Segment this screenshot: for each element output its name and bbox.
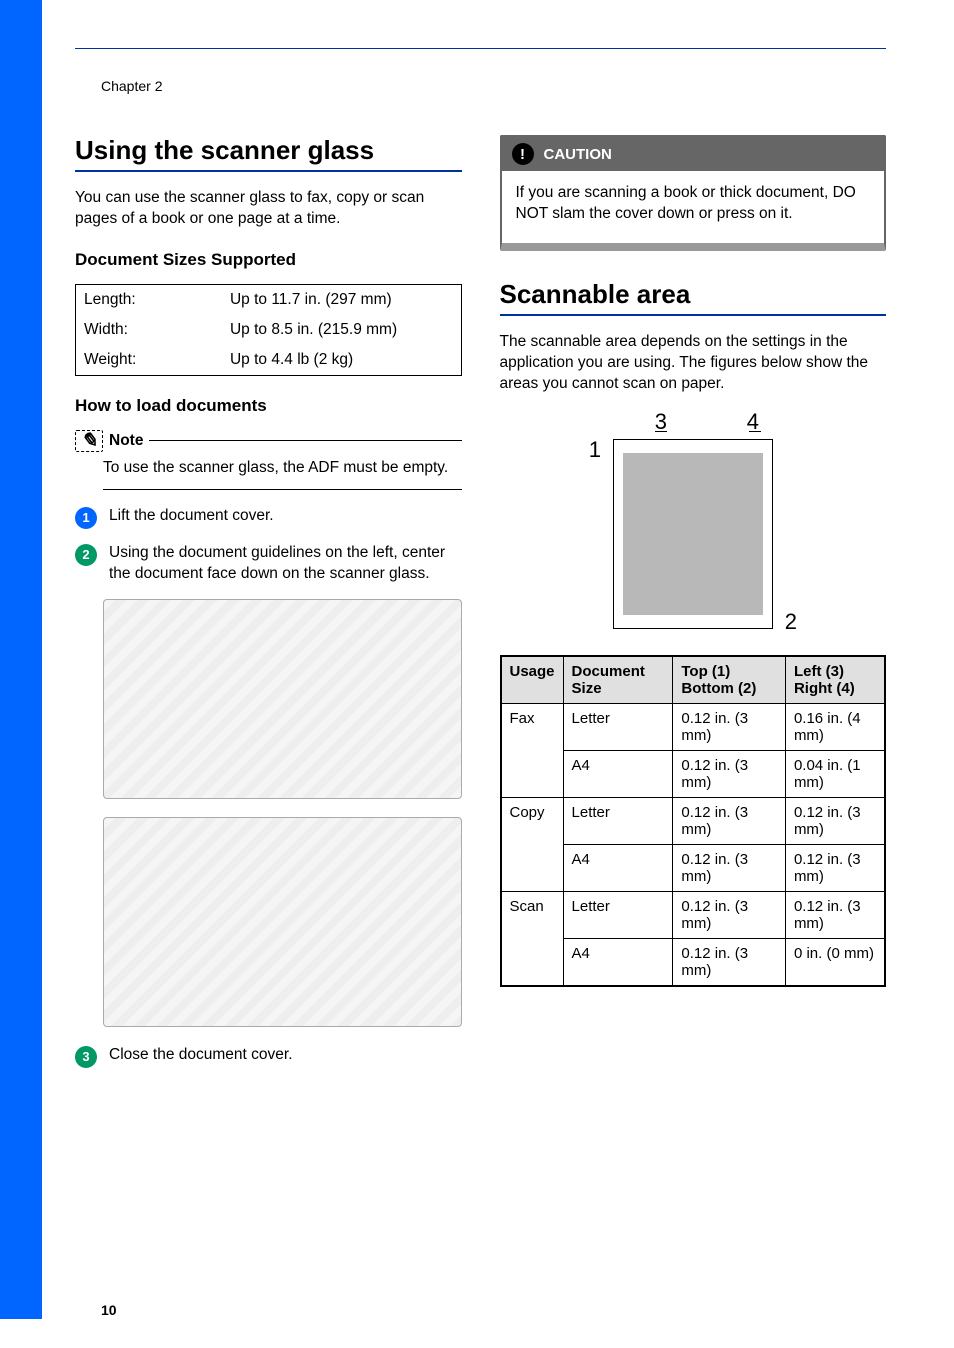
note-icon: ✎ (75, 430, 103, 452)
note-body: To use the scanner glass, the ADF must b… (75, 452, 462, 479)
page-number: 10 (101, 1302, 117, 1318)
cell-docsize: A4 (563, 750, 673, 797)
heading-scannable-area: Scannable area (500, 279, 887, 310)
cell-docsize: Letter (563, 797, 673, 844)
spec-label: Length: (76, 284, 222, 315)
caution-header: ! CAUTION (502, 137, 885, 171)
step-number-icon: 3 (75, 1046, 97, 1068)
spec-value: Up to 4.4 lb (2 kg) (222, 345, 461, 376)
cell-topbottom: 0.12 in. (3 mm) (673, 750, 786, 797)
cell-usage: Scan (501, 891, 564, 986)
spec-value: Up to 11.7 in. (297 mm) (222, 284, 461, 315)
table-row: Length: Up to 11.7 in. (297 mm) (76, 284, 462, 315)
note-rule-top (149, 440, 461, 441)
step-text: Lift the document cover. (109, 506, 274, 529)
cell-topbottom: 0.12 in. (3 mm) (673, 938, 786, 986)
cell-leftright: 0.12 in. (3 mm) (785, 891, 885, 938)
cell-leftright: 0.12 in. (3 mm) (785, 844, 885, 891)
step-text: Close the document cover. (109, 1045, 293, 1068)
page-accent-bar-bottom (0, 1295, 42, 1319)
right-column: ! CAUTION If you are scanning a book or … (500, 135, 887, 1308)
specs-table: Length: Up to 11.7 in. (297 mm) Width: U… (75, 284, 462, 376)
table-row: Scan Letter 0.12 in. (3 mm) 0.12 in. (3 … (501, 891, 886, 938)
intro-scannable: The scannable area depends on the settin… (500, 332, 887, 395)
step-text: Using the document guidelines on the lef… (109, 543, 462, 585)
col-usage: Usage (501, 656, 564, 704)
col-leftright: Left (3) Right (4) (785, 656, 885, 704)
cell-usage: Copy (501, 797, 564, 891)
step-1: 1 Lift the document cover. (75, 506, 462, 529)
illustration-open-cover (103, 599, 462, 799)
cell-leftright: 0.04 in. (1 mm) (785, 750, 885, 797)
caution-box: ! CAUTION If you are scanning a book or … (500, 135, 887, 251)
cell-topbottom: 0.12 in. (3 mm) (673, 703, 786, 750)
cell-topbottom: 0.12 in. (3 mm) (673, 797, 786, 844)
heading-scanner-glass: Using the scanner glass (75, 135, 462, 166)
note-rule-bottom (103, 489, 462, 490)
note-header: ✎ Note (75, 430, 462, 452)
note-title: Note (109, 432, 143, 450)
heading-howto: How to load documents (75, 396, 462, 416)
cell-docsize: Letter (563, 891, 673, 938)
cell-leftright: 0 in. (0 mm) (785, 938, 885, 986)
spec-label: Width: (76, 315, 222, 345)
caution-icon: ! (512, 143, 534, 165)
cell-leftright: 0.12 in. (3 mm) (785, 797, 885, 844)
step-3: 3 Close the document cover. (75, 1045, 462, 1068)
cell-topbottom: 0.12 in. (3 mm) (673, 891, 786, 938)
cell-docsize: A4 (563, 844, 673, 891)
table-row: Weight: Up to 4.4 lb (2 kg) (76, 345, 462, 376)
left-column: Using the scanner glass You can use the … (75, 135, 462, 1308)
cell-docsize: Letter (563, 703, 673, 750)
step-number-icon: 1 (75, 507, 97, 529)
top-rule (75, 48, 886, 49)
heading-rule (75, 170, 462, 172)
caution-label: CAUTION (544, 146, 612, 163)
cell-topbottom: 0.12 in. (3 mm) (673, 844, 786, 891)
heading-rule (500, 314, 887, 316)
table-header-row: Usage Document Size Top (1) Bottom (2) L… (501, 656, 886, 704)
table-row: Fax Letter 0.12 in. (3 mm) 0.16 in. (4 m… (501, 703, 886, 750)
col-topbottom: Top (1) Bottom (2) (673, 656, 786, 704)
heading-doc-sizes: Document Sizes Supported (75, 250, 462, 270)
illustration-closing-cover (103, 817, 462, 1027)
table-row: Copy Letter 0.12 in. (3 mm) 0.12 in. (3 … (501, 797, 886, 844)
cell-docsize: A4 (563, 938, 673, 986)
chapter-label: Chapter 2 (101, 78, 162, 94)
cell-usage: Fax (501, 703, 564, 797)
caution-body: If you are scanning a book or thick docu… (502, 171, 885, 233)
page-accent-bar (0, 0, 42, 1295)
scannable-area-table: Usage Document Size Top (1) Bottom (2) L… (500, 655, 887, 987)
intro-scanner-glass: You can use the scanner glass to fax, co… (75, 188, 462, 230)
step-number-icon: 2 (75, 544, 97, 566)
cell-leftright: 0.16 in. (4 mm) (785, 703, 885, 750)
diagram-label-1: 1 (589, 437, 601, 463)
spec-value: Up to 8.5 in. (215.9 mm) (222, 315, 461, 345)
step-2: 2 Using the document guidelines on the l… (75, 543, 462, 585)
diagram-label-2: 2 (785, 609, 797, 635)
spec-label: Weight: (76, 345, 222, 376)
table-row: Width: Up to 8.5 in. (215.9 mm) (76, 315, 462, 345)
col-docsize: Document Size (563, 656, 673, 704)
scannable-area-diagram: 3 4 1 2 (563, 413, 823, 633)
